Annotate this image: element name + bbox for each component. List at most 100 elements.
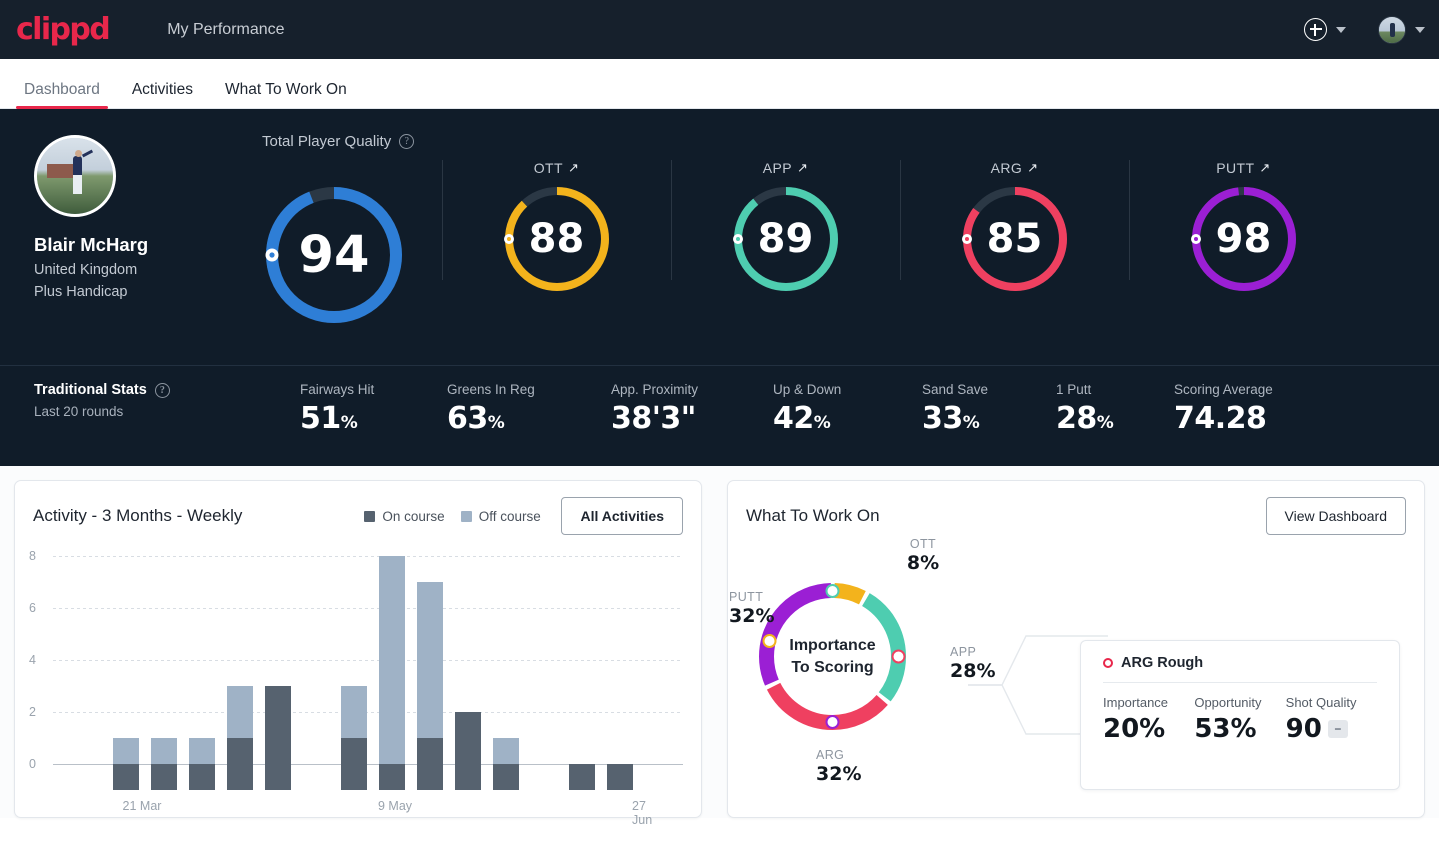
y-tick-2: 2 [29,705,36,719]
wtwo-body: Importance To Scoring OTT 8% APP 28% ARG… [728,535,1424,825]
table-row[interactable] [379,556,405,790]
ring-arg[interactable]: ARG ↗ 85 [900,152,1129,294]
performance-hero: Blair McHarg United Kingdom Plus Handica… [0,109,1439,466]
player-country: United Kingdom [34,262,138,278]
player-profile: Blair McHarg United Kingdom Plus Handica… [0,109,226,365]
player-avatar[interactable] [34,135,116,217]
view-dashboard-button[interactable]: View Dashboard [1265,497,1406,535]
table-row[interactable] [265,686,291,790]
avatar-figure-head [75,150,82,157]
chevron-down-icon[interactable] [1336,26,1346,33]
legend-label-on-course: On course [382,508,445,524]
tab-dashboard[interactable]: Dashboard [8,81,116,109]
table-row[interactable] [417,582,443,790]
donut-label-arg-value: 32% [816,763,862,785]
ring-title-ott: OTT ↗ [534,160,580,176]
detail-card-arg-rough[interactable]: ARG Rough Importance 20% Opportunity 53%… [1080,640,1400,790]
app-title: My Performance [167,20,285,38]
ring-title-total [332,160,336,176]
traditional-stats-subtitle: Last 20 rounds [34,404,124,419]
stat-value: 28 [1056,401,1097,436]
table-row[interactable] [569,764,595,790]
plus-circle-icon[interactable] [1304,18,1327,41]
donut-label-app: APP 28% [950,645,1010,682]
table-row[interactable] [341,686,367,790]
y-tick-4: 4 [29,653,36,667]
metric-value-wrap: 90– [1286,714,1377,744]
legend-label-off-course: Off course [478,508,541,524]
wtwo-title: What To Work On [746,506,880,525]
legend-off-course: Off course [460,508,541,524]
stat-unit: % [340,413,358,433]
table-row[interactable] [151,738,177,790]
stat-value-wrap: 51% [300,401,447,436]
donut-total-value: 94 [298,225,370,285]
avatar-figure [1390,22,1395,37]
total-player-quality-label: Total Player Quality ? [262,133,1439,150]
question-mark-icon[interactable]: ? [399,134,415,149]
stat-label: Up & Down [773,382,842,397]
stat-value: 74.28 [1174,401,1267,436]
table-row[interactable] [607,764,633,790]
trend-flat-badge: – [1327,720,1348,738]
metric-label: Shot Quality [1285,695,1357,710]
what-to-work-on-card: What To Work On View Dashboard Importanc… [727,480,1425,818]
avatar[interactable] [1378,15,1406,44]
ring-total-player-quality[interactable]: 94 [226,152,442,326]
ring-title-arg: ARG ↗ [991,160,1039,176]
ring-putt[interactable]: PUTT ↗ 98 [1129,152,1358,294]
metric-value: 90 [1285,714,1322,744]
x-tick-label: 27 Jun [632,799,653,827]
y-tick-6: 6 [29,601,36,615]
bar-series-container [53,551,683,790]
table-row[interactable] [493,738,519,790]
x-tick-label: 9 May [377,799,413,813]
ring-ott[interactable]: OTT ↗ 88 [442,152,671,294]
tab-what-to-work-on[interactable]: What To Work On [209,81,363,109]
dashboard-panels: Activity - 3 Months - Weekly On course O… [0,466,1439,827]
tab-activities[interactable]: Activities [116,81,209,109]
donut-label-putt-value: 32% [729,605,775,627]
stat-fairways-hit: Fairways Hit 51% [300,382,447,436]
table-row[interactable] [455,712,481,790]
y-tick-0: 0 [29,757,36,771]
account-chevron-down-icon[interactable] [1415,26,1425,33]
all-activities-button[interactable]: All Activities [561,497,683,535]
trend-up-icon: ↗ [567,160,580,175]
table-row[interactable] [227,686,253,790]
stat-unit: % [962,413,980,433]
activity-card-header: Activity - 3 Months - Weekly On course O… [15,481,701,535]
stat-value-wrap: 28% [1056,401,1174,436]
metric-label: Importance [1103,695,1169,710]
donut-label-arg-key: ARG [816,748,845,762]
table-row[interactable] [189,738,215,790]
donut-ott: 88 [502,184,612,294]
total-player-quality-text: Total Player Quality [262,133,392,150]
donut-label-putt-key: PUTT [729,590,764,604]
wtwo-card-header: What To Work On View Dashboard [728,481,1424,535]
trend-up-icon: ↗ [1259,160,1271,175]
donut-label-app-value: 28% [950,660,996,682]
ring-title-putt: PUTT ↗ [1216,160,1270,176]
x-tick-label: 21 Mar [122,799,162,813]
stat-value-wrap: 38'3" [611,401,773,436]
metric-importance: Importance 20% [1103,695,1194,744]
stat-value-wrap: 33% [922,401,1056,436]
stat-up-and-down: Up & Down 42% [773,382,922,436]
question-mark-icon[interactable]: ? [154,382,170,398]
player-name: Blair McHarg [34,234,149,255]
avatar-figure-legs [73,174,82,194]
stat-value: 51 [300,401,341,436]
clippd-logo[interactable]: clippd [10,12,111,47]
stat-value: 33 [922,401,963,436]
legend-on-course: On course [364,508,445,524]
ring-app[interactable]: APP ↗ 89 [671,152,900,294]
metric-value-wrap: 53% [1194,714,1285,744]
donut-label-ott: OTT 8% [893,537,953,574]
donut-label-ott-key: OTT [909,537,937,551]
detail-card-header: ARG Rough [1103,655,1377,671]
trend-up-icon: ↗ [796,160,809,175]
avatar-figure-body [73,156,82,175]
table-row[interactable] [113,738,139,790]
donut-center-line1: Importance [789,636,876,654]
